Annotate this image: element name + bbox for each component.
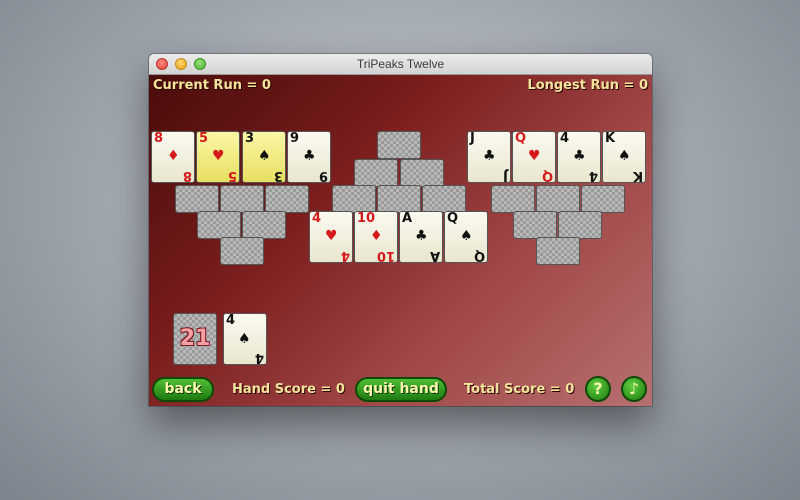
top-card[interactable]: K ♠ K	[602, 131, 646, 183]
window-title: TriPeaks Twelve	[356, 57, 445, 71]
face-down-card	[581, 185, 625, 213]
top-card[interactable]: 5 ♥ 5	[196, 131, 240, 183]
current-run-label: Current Run = 0	[153, 78, 271, 93]
card-rank: 8	[154, 131, 164, 146]
suit-icon: ♦	[370, 228, 383, 244]
face-down-card	[377, 131, 421, 159]
top-card[interactable]: 8 ♦ 8	[151, 131, 195, 183]
suit-icon: ♣	[415, 228, 428, 244]
card-rank: 4	[560, 131, 570, 146]
suit-icon: ♠	[618, 148, 631, 164]
back-button[interactable]: back	[152, 377, 214, 402]
face-down-card	[377, 185, 421, 213]
face-down-card	[197, 211, 241, 239]
card-rank: 4	[312, 211, 322, 226]
card-rank-inverted: 8	[182, 168, 192, 183]
longest-run-label: Longest Run = 0	[527, 78, 648, 93]
suit-icon: ♣	[483, 148, 496, 164]
suit-icon: ♠	[258, 148, 271, 164]
face-down-card	[265, 185, 309, 213]
middle-card[interactable]: 4 ♥ 4	[309, 211, 353, 263]
card-rank: 4	[226, 313, 236, 328]
title-bar: TriPeaks Twelve	[149, 54, 652, 75]
face-down-card	[242, 211, 286, 239]
total-score-label: Total Score = 0	[464, 382, 575, 397]
suit-icon: ♣	[573, 148, 586, 164]
card-rank-inverted: K	[632, 168, 643, 183]
face-down-card	[220, 185, 264, 213]
card-rank-inverted: 3	[273, 168, 283, 183]
card-rank-inverted: 9	[318, 168, 328, 183]
suit-icon: ♠	[460, 228, 473, 244]
game-table: Current Run = 0 Longest Run = 0 21 4 ♠ 4	[149, 75, 652, 406]
card-rank-inverted: Q	[541, 168, 553, 183]
card-rank: Q	[447, 211, 459, 226]
middle-card[interactable]: 10 ♦ 10	[354, 211, 398, 263]
card-rank: 9	[290, 131, 300, 146]
face-down-card	[536, 185, 580, 213]
card-rank-inverted: 4	[340, 248, 350, 263]
face-down-card	[220, 237, 264, 265]
top-card[interactable]: Q ♥ Q	[512, 131, 556, 183]
card-rank: 10	[357, 211, 376, 226]
face-down-card	[536, 237, 580, 265]
face-down-card	[558, 211, 602, 239]
face-down-card	[400, 159, 444, 187]
face-down-card	[175, 185, 219, 213]
card-rank-inverted: J	[503, 168, 508, 183]
music-button[interactable]: ♪	[621, 376, 647, 402]
suit-icon: ♥	[212, 148, 225, 164]
card-rank: A	[402, 211, 413, 226]
quit-hand-button[interactable]: quit hand	[355, 377, 447, 402]
suit-icon: ♦	[167, 148, 180, 164]
face-down-card	[491, 185, 535, 213]
face-down-card	[422, 185, 466, 213]
stock-pile[interactable]: 21	[173, 313, 217, 365]
game-window: TriPeaks Twelve Current Run = 0 Longest …	[149, 54, 652, 406]
waste-card: 4 ♠ 4	[223, 313, 267, 365]
card-rank-inverted: 10	[376, 248, 395, 263]
top-card[interactable]: 9 ♣ 9	[287, 131, 331, 183]
card-rank-inverted: 4	[588, 168, 598, 183]
card-rank-inverted: 4	[254, 350, 264, 365]
top-card[interactable]: J ♣ J	[467, 131, 511, 183]
middle-card[interactable]: A ♣ A	[399, 211, 443, 263]
card-rank: 3	[245, 131, 255, 146]
help-button[interactable]: ?	[585, 376, 611, 402]
top-card[interactable]: 4 ♣ 4	[557, 131, 601, 183]
suit-icon: ♣	[303, 148, 316, 164]
suit-icon: ♥	[325, 228, 338, 244]
card-rank-inverted: Q	[473, 248, 485, 263]
suit-icon: ♥	[528, 148, 541, 164]
card-rank: Q	[515, 131, 527, 146]
card-rank: K	[605, 131, 616, 146]
middle-card[interactable]: Q ♠ Q	[444, 211, 488, 263]
card-rank: 5	[199, 131, 209, 146]
hand-score-label: Hand Score = 0	[232, 382, 345, 397]
top-card[interactable]: 3 ♠ 3	[242, 131, 286, 183]
face-down-card	[332, 185, 376, 213]
face-down-card	[513, 211, 557, 239]
spade-icon: ♠	[238, 331, 251, 347]
card-rank-inverted: 5	[227, 168, 237, 183]
stock-count: 21	[179, 326, 211, 351]
face-down-card	[354, 159, 398, 187]
card-rank-inverted: A	[429, 248, 440, 263]
card-rank: J	[470, 131, 475, 146]
